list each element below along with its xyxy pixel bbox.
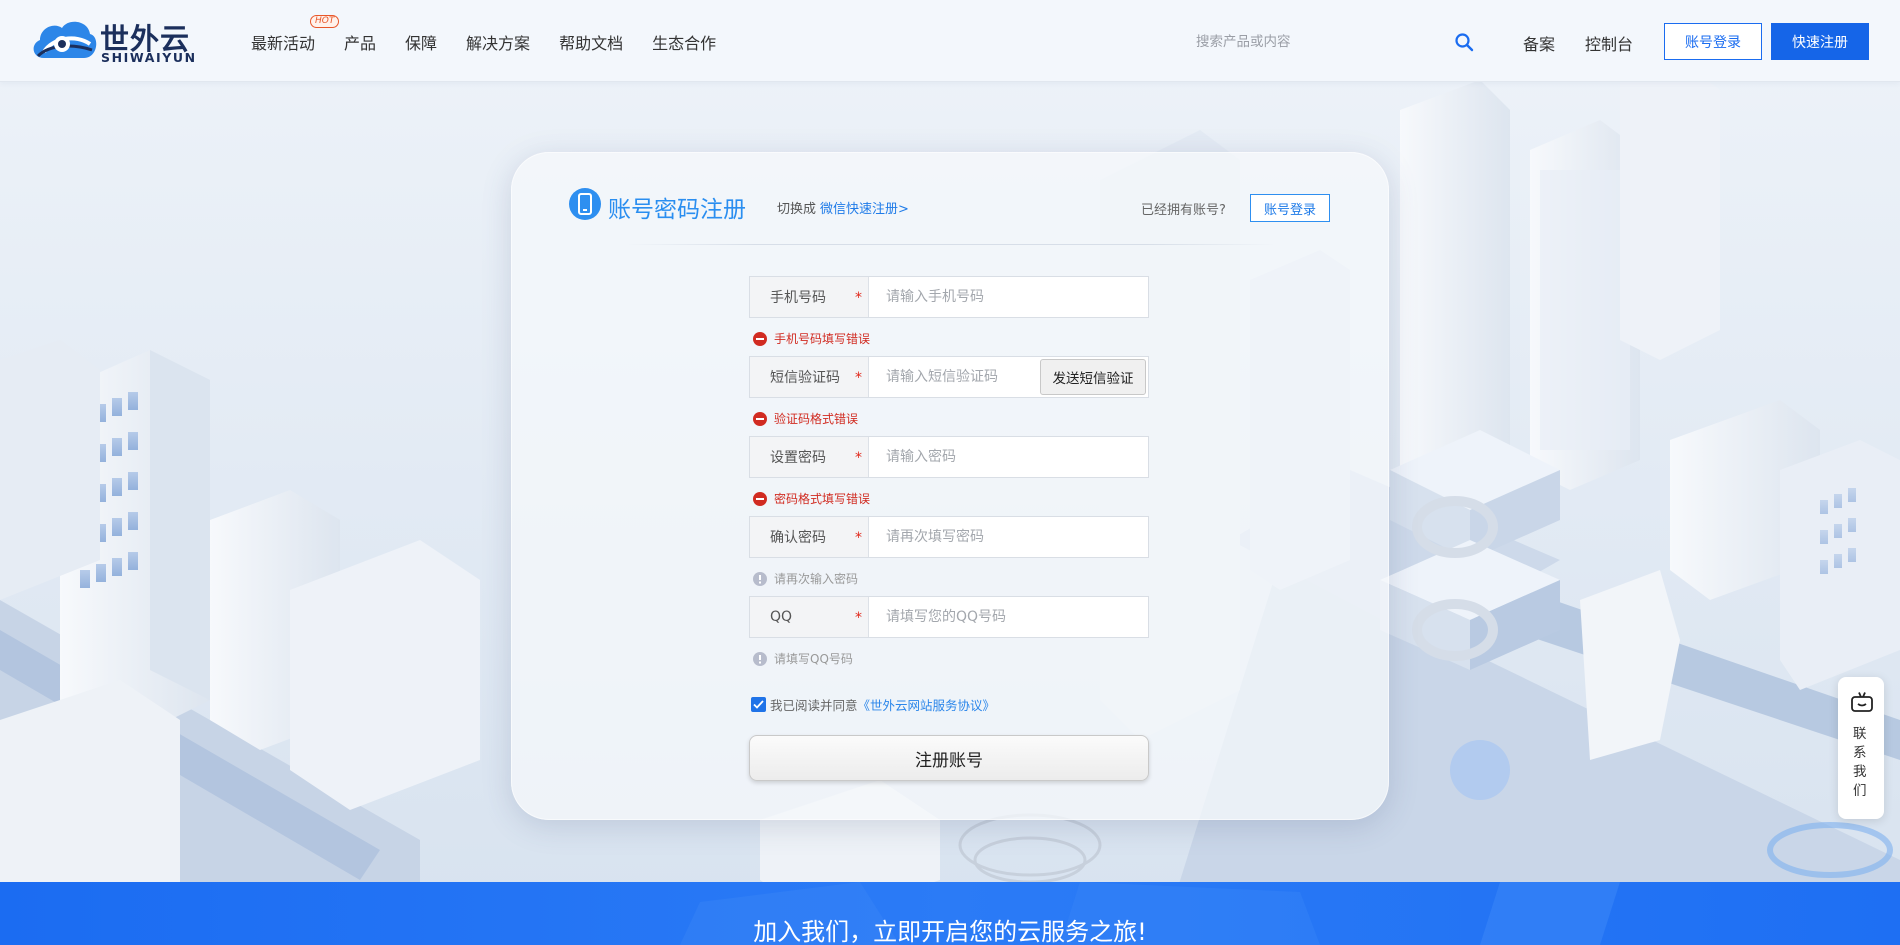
info-icon — [753, 651, 767, 666]
password-label: 设置密码 * — [750, 437, 869, 477]
agreement-row: 我已阅读并同意 《世外云网站服务协议》 — [751, 695, 995, 714]
sms-code-label: 短信验证码 * — [750, 357, 869, 397]
qq-label-text: QQ — [770, 609, 793, 625]
confirm-password-input[interactable] — [869, 517, 1148, 557]
phone-label: 手机号码 * — [750, 277, 869, 317]
title-divider — [626, 244, 1276, 245]
qq-hint: 请填写QQ号码 — [753, 650, 853, 667]
qq-input[interactable] — [869, 597, 1148, 637]
register-submit-button[interactable]: 注册账号 — [749, 735, 1149, 781]
required-mark: * — [855, 530, 862, 546]
qq-field: QQ * — [749, 596, 1149, 638]
chat-robot-icon — [1851, 692, 1873, 712]
confirm-password-hint: 请再次输入密码 — [753, 570, 858, 587]
search-input[interactable] — [1196, 28, 1436, 56]
password-error-message: 密码格式填写错误 — [753, 490, 870, 507]
password-input[interactable] — [869, 437, 1148, 477]
nav-item-ecosystem[interactable]: 生态合作 — [652, 30, 716, 54]
required-mark: * — [855, 290, 862, 306]
header-login-button[interactable]: 账号登录 — [1664, 23, 1762, 60]
required-mark: * — [855, 450, 862, 466]
error-icon — [753, 331, 767, 346]
register-card: 账号密码注册 切换成微信快速注册> 已经拥有账号? 账号登录 手机号码 * 手机… — [511, 152, 1389, 820]
sms-code-field: 短信验证码 * 发送短信验证 — [749, 356, 1149, 398]
password-error-text: 密码格式填写错误 — [774, 492, 871, 506]
checkmark-icon — [753, 700, 764, 709]
nav-item-solutions[interactable]: 解决方案 — [466, 30, 530, 54]
register-title: 账号密码注册 — [608, 197, 746, 223]
required-mark: * — [855, 610, 862, 626]
confirm-password-field: 确认密码 * — [749, 516, 1149, 558]
wechat-register-link[interactable]: 微信快速注册> — [820, 202, 909, 217]
console-link[interactable]: 控制台 — [1585, 31, 1633, 55]
error-icon — [753, 411, 767, 426]
search-icon[interactable] — [1454, 32, 1474, 52]
confirm-password-label-text: 确认密码 — [770, 530, 826, 546]
search-box — [1196, 28, 1476, 56]
contact-us-widget[interactable]: 联系我们 — [1838, 677, 1884, 819]
nav-item-guarantee[interactable]: 保障 — [405, 30, 437, 54]
confirm-password-label: 确认密码 * — [750, 517, 869, 557]
required-mark: * — [855, 370, 862, 386]
info-icon — [753, 571, 767, 586]
header-register-button[interactable]: 快速注册 — [1771, 23, 1869, 60]
nav-item-help-docs[interactable]: 帮助文档 — [559, 30, 623, 54]
beian-link[interactable]: 备案 — [1523, 31, 1555, 55]
phone-icon — [569, 188, 601, 220]
card-login-button[interactable]: 账号登录 — [1250, 194, 1330, 222]
hot-badge: HOT — [310, 15, 340, 28]
send-sms-button[interactable]: 发送短信验证 — [1040, 359, 1146, 395]
phone-error-message: 手机号码填写错误 — [753, 330, 870, 347]
nav-item-latest-activity[interactable]: 最新活动 HOT — [251, 15, 340, 54]
have-account-text: 已经拥有账号? — [1141, 203, 1226, 218]
contact-us-label: 联系我们 — [1853, 726, 1867, 799]
promo-banner: 加入我们，立即开启您的云服务之旅! — [0, 882, 1900, 945]
banner-text: 加入我们，立即开启您的云服务之旅! — [753, 918, 1147, 945]
password-field: 设置密码 * — [749, 436, 1149, 478]
brand-name-en: SHIWAIYUN — [101, 50, 197, 65]
phone-input[interactable] — [869, 277, 1148, 317]
password-label-text: 设置密码 — [770, 450, 826, 466]
top-navigation-bar: 世外云 SHIWAIYUN 最新活动 HOT 产品 保障 解决方案 帮助文档 生… — [0, 0, 1900, 82]
main-nav: 最新活动 HOT 产品 保障 解决方案 帮助文档 生态合作 — [251, 15, 745, 54]
cloud-logo-icon — [33, 21, 97, 58]
nav-item-products[interactable]: 产品 — [344, 30, 376, 54]
service-agreement-link[interactable]: 《世外云网站服务协议》 — [858, 695, 996, 714]
qq-label: QQ * — [750, 597, 869, 637]
sms-code-error-message: 验证码格式错误 — [753, 410, 858, 427]
sms-code-label-text: 短信验证码 — [770, 370, 840, 386]
confirm-password-hint-text: 请再次输入密码 — [774, 572, 859, 586]
switch-mode: 切换成 微信快速注册> — [777, 198, 909, 217]
phone-field: 手机号码 * — [749, 276, 1149, 318]
qq-hint-text: 请填写QQ号码 — [774, 652, 853, 666]
phone-error-text: 手机号码填写错误 — [774, 332, 871, 346]
agreement-checkbox[interactable] — [751, 697, 766, 712]
switch-prefix: 切换成 — [777, 202, 817, 217]
error-icon — [753, 491, 767, 506]
nav-item-label: 最新活动 — [251, 34, 316, 53]
sms-code-error-text: 验证码格式错误 — [774, 412, 859, 426]
brand-logo[interactable]: 世外云 SHIWAIYUN — [30, 14, 202, 68]
agreement-text: 我已阅读并同意 — [770, 698, 858, 713]
phone-label-text: 手机号码 — [770, 290, 826, 306]
